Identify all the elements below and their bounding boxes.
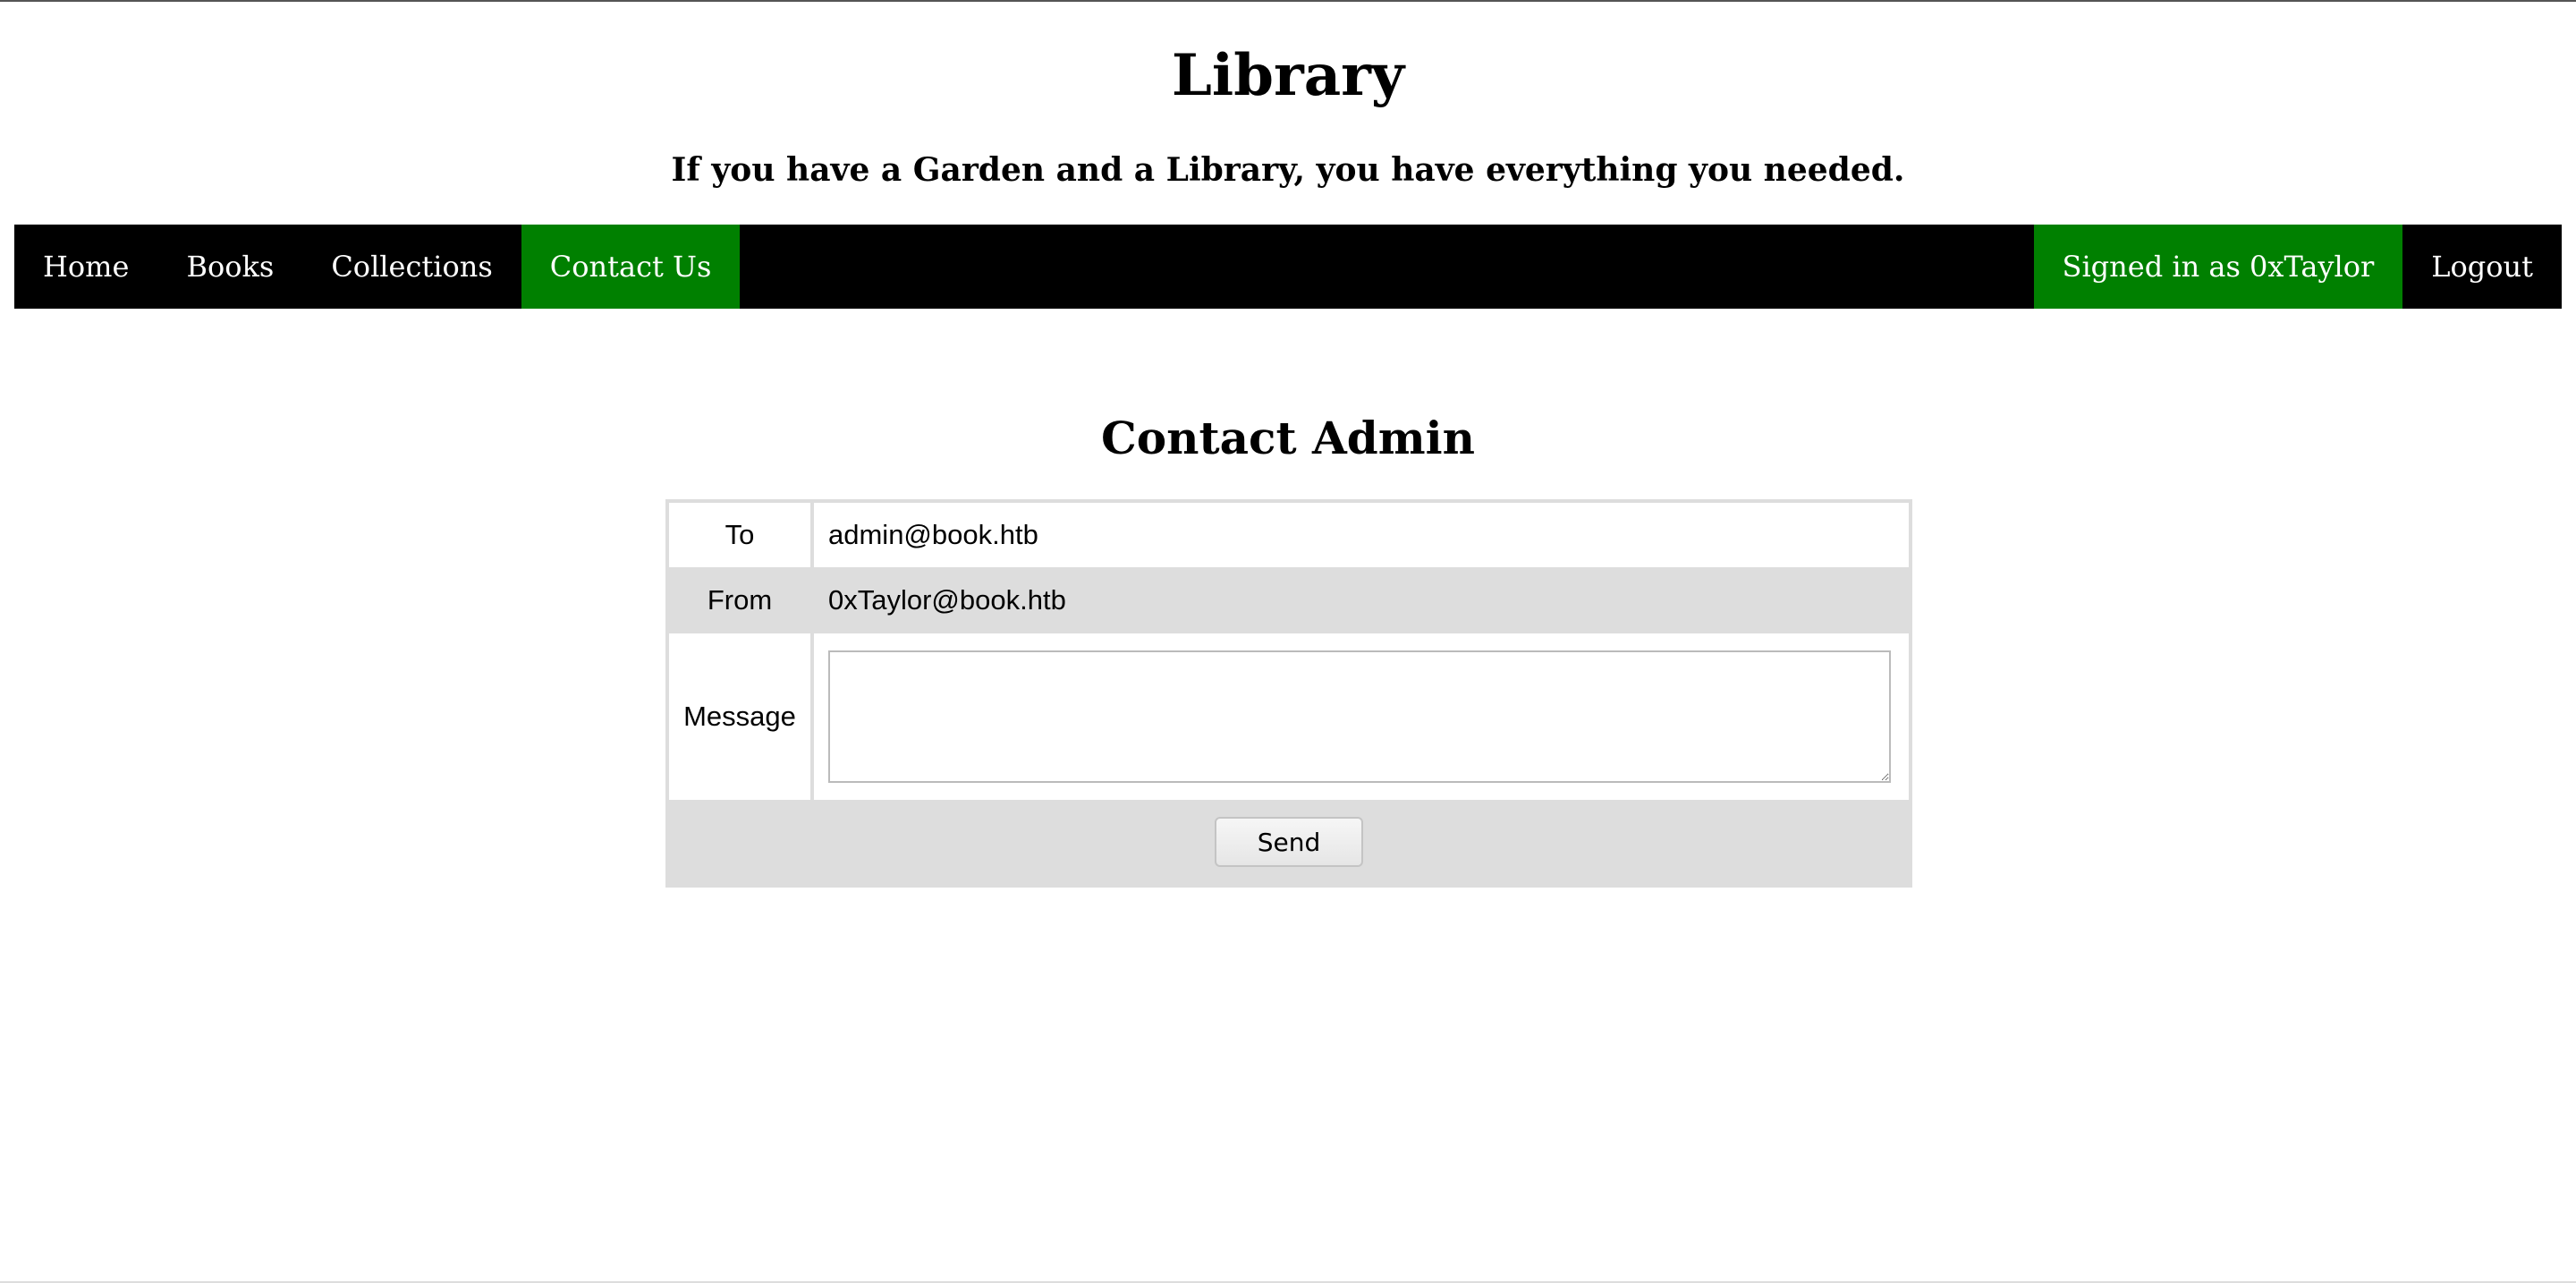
site-tagline: If you have a Garden and a Library, you … [671,151,1905,189]
from-value: 0xTaylor@book.htb [812,567,1911,633]
from-row: From 0xTaylor@book.htb [667,567,1911,633]
send-cell: Send [667,800,1911,886]
nav-item-books[interactable]: Books [157,225,302,309]
nav-item-home[interactable]: Home [14,225,157,309]
contact-form-table: To admin@book.htb From 0xTaylor@book.htb… [665,499,1912,888]
to-label: To [667,501,814,567]
message-textarea[interactable] [828,650,1891,783]
signed-in-indicator[interactable]: Signed in as 0xTaylor [2033,225,2403,309]
top-navbar: Home Books Collections Contact Us Signed… [14,225,2562,309]
nav-item-collections[interactable]: Collections [302,225,521,309]
site-title: Library [1171,42,1405,109]
nav-item-contact-us[interactable]: Contact Us [521,225,741,309]
from-label: From [667,567,814,633]
message-cell [812,633,1911,800]
page-title: Contact Admin [1101,412,1475,464]
send-row: Send [667,800,1911,886]
send-button[interactable]: Send [1215,817,1363,867]
to-value: admin@book.htb [812,501,1911,567]
logout-link[interactable]: Logout [2402,225,2562,309]
message-label: Message [667,633,814,800]
to-row: To admin@book.htb [667,501,1911,567]
message-row: Message [667,633,1911,800]
